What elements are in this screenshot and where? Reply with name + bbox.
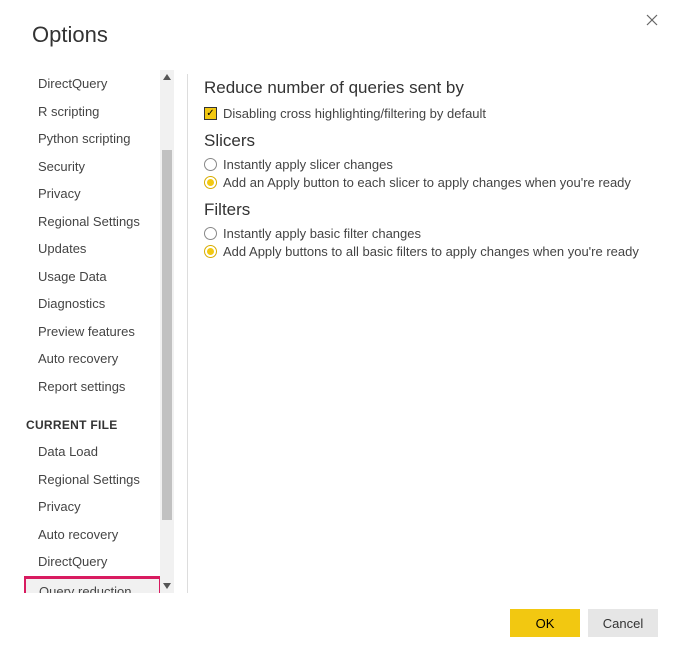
sidebar-scrollbar[interactable] (160, 70, 174, 593)
close-button[interactable] (640, 8, 664, 32)
label-slicer-instant: Instantly apply slicer changes (223, 157, 393, 172)
row-slicer-apply: Add an Apply button to each slicer to ap… (204, 175, 656, 190)
row-disable-cross-highlight: ✓ Disabling cross highlighting/filtering… (204, 106, 656, 121)
sidebar-item-security[interactable]: Security (24, 153, 164, 181)
highlight-box: Query reduction (24, 576, 162, 594)
sidebar-item-auto-recovery[interactable]: Auto recovery (24, 345, 164, 373)
sidebar-item-report-settings[interactable]: Report settings (24, 373, 164, 401)
heading-slicers: Slicers (204, 131, 656, 151)
sidebar-section-current-file: CURRENT FILE (24, 400, 164, 438)
sidebar-item-regional-settings[interactable]: Regional Settings (24, 208, 164, 236)
sidebar-item-diagnostics[interactable]: Diagnostics (24, 290, 164, 318)
ok-button[interactable]: OK (510, 609, 580, 637)
sidebar-item-cf-privacy[interactable]: Privacy (24, 493, 164, 521)
label-disable-cross-highlight: Disabling cross highlighting/filtering b… (223, 106, 486, 121)
heading-filters: Filters (204, 200, 656, 220)
vertical-divider (187, 74, 188, 593)
sidebar-item-python-scripting[interactable]: Python scripting (24, 125, 164, 153)
sidebar-item-usage-data[interactable]: Usage Data (24, 263, 164, 291)
sidebar-item-cf-directquery[interactable]: DirectQuery (24, 548, 164, 576)
content-pane: Reduce number of queries sent by ✓ Disab… (174, 70, 656, 593)
scroll-thumb[interactable] (162, 150, 172, 520)
sidebar: DirectQuery R scripting Python scripting… (24, 70, 174, 593)
sidebar-item-preview-features[interactable]: Preview features (24, 318, 164, 346)
sidebar-item-r-scripting[interactable]: R scripting (24, 98, 164, 126)
options-dialog: Options DirectQuery R scripting Python s… (0, 0, 676, 651)
sidebar-item-cf-regional-settings[interactable]: Regional Settings (24, 466, 164, 494)
sidebar-item-directquery[interactable]: DirectQuery (24, 70, 164, 98)
radio-filter-apply[interactable] (204, 245, 217, 258)
row-filter-instant: Instantly apply basic filter changes (204, 226, 656, 241)
dialog-body: DirectQuery R scripting Python scripting… (24, 70, 656, 593)
radio-slicer-instant[interactable] (204, 158, 217, 171)
row-filter-apply: Add Apply buttons to all basic filters t… (204, 244, 656, 259)
sidebar-item-cf-data-load[interactable]: Data Load (24, 438, 164, 466)
checkbox-disable-cross-highlight[interactable]: ✓ (204, 107, 217, 120)
sidebar-item-updates[interactable]: Updates (24, 235, 164, 263)
dialog-title: Options (0, 0, 676, 48)
heading-reduce-queries: Reduce number of queries sent by (204, 78, 656, 98)
dialog-footer: OK Cancel (510, 609, 658, 637)
sidebar-content: DirectQuery R scripting Python scripting… (24, 70, 174, 593)
radio-slicer-apply[interactable] (204, 176, 217, 189)
scroll-up-icon[interactable] (160, 70, 174, 84)
sidebar-item-cf-auto-recovery[interactable]: Auto recovery (24, 521, 164, 549)
sidebar-item-privacy[interactable]: Privacy (24, 180, 164, 208)
scroll-down-icon[interactable] (160, 579, 174, 593)
label-slicer-apply: Add an Apply button to each slicer to ap… (223, 175, 631, 190)
row-slicer-instant: Instantly apply slicer changes (204, 157, 656, 172)
close-icon (646, 14, 658, 26)
label-filter-instant: Instantly apply basic filter changes (223, 226, 421, 241)
label-filter-apply: Add Apply buttons to all basic filters t… (223, 244, 639, 259)
sidebar-item-cf-query-reduction[interactable]: Query reduction (26, 579, 159, 594)
radio-filter-instant[interactable] (204, 227, 217, 240)
cancel-button[interactable]: Cancel (588, 609, 658, 637)
